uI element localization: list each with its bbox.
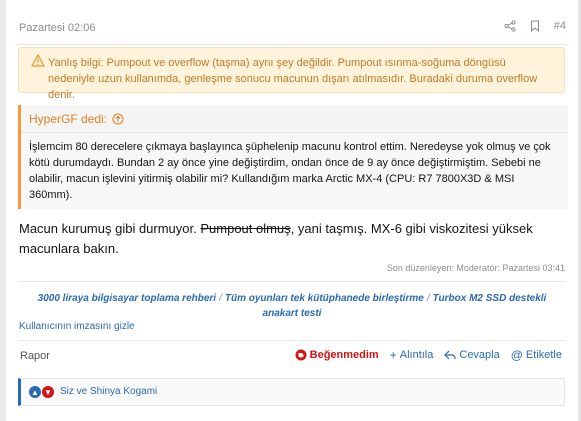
post-date[interactable]: Pazartesi 02:06	[19, 22, 95, 34]
reaction-icons: ▲ ▼	[29, 386, 54, 398]
quote-button[interactable]: + Alıntıla	[390, 349, 434, 361]
quote-author-label: HyperGF dedi:	[29, 112, 108, 126]
message-part-1: Macun kurumuş gibi durmuyor.	[19, 221, 201, 236]
dislike-label: Beğenmedim	[309, 349, 379, 361]
post-tools: #4	[504, 20, 566, 32]
warning-text: Yanlış bilgi: Pumpout ve overflow (taşma…	[48, 57, 538, 101]
header-divider	[15, 44, 569, 45]
reply-label: Cevapla	[459, 349, 500, 361]
reactions-bar: ▲ ▼ Siz ve Shinya Kogami	[18, 378, 565, 406]
tag-label: Etiketle	[525, 349, 562, 361]
post-header: Pazartesi 02:06 #4	[19, 20, 566, 40]
signature-link-game-library[interactable]: Tüm oyunları tek kütüphanede birleştirme	[225, 293, 424, 304]
signature: 3000 liraya bilgisayar toplama rehberi / T…	[26, 291, 558, 321]
signature-link-pc-guide[interactable]: 3000 liraya bilgisayar toplama rehberi	[38, 293, 216, 304]
quote-block: HyperGF dedi: İşlemcim 80 derecelere çık…	[18, 105, 568, 209]
post-number[interactable]: #4	[554, 20, 566, 32]
tag-button[interactable]: @ Etiketle	[511, 349, 562, 361]
arrow-up-circle-icon	[112, 113, 124, 125]
message-struck-text: Pumpout olmuş	[200, 221, 291, 236]
reply-button[interactable]: Cevapla	[444, 349, 500, 361]
signature-divider	[18, 281, 566, 282]
quote-body: İşlemcim 80 derecelere çıkmaya başlayınc…	[29, 141, 551, 201]
warning-triangle-icon	[31, 54, 45, 72]
post-message: Macun kurumuş gibi durmuyor. Pumpout olm…	[19, 219, 559, 259]
share-icon[interactable]	[504, 20, 516, 32]
dislike-icon	[295, 349, 307, 361]
at-sign-icon: @	[510, 348, 523, 362]
like-reaction-icon: ▲	[29, 386, 41, 398]
quote-author-link[interactable]: HyperGF dedi:	[29, 112, 124, 126]
moderator-warning-box: Yanlış bilgi: Pumpout ve overflow (taşma…	[18, 47, 565, 101]
quote-label: Alıntıla	[399, 349, 434, 361]
report-button[interactable]: Rapor	[20, 350, 50, 362]
quote-header: HyperGF dedi:	[21, 105, 568, 133]
dislike-reaction-icon: ▼	[42, 386, 54, 398]
actions-divider	[18, 340, 566, 341]
bookmark-icon[interactable]	[530, 20, 540, 32]
post-actions: Beğenmedim + Alıntıla Cevapla @ Etiketle	[295, 349, 562, 361]
signature-separator: /	[426, 293, 430, 304]
post-card: Pazartesi 02:06 #4 Yanlış bilgi: Pumpout…	[6, 0, 578, 421]
reactions-users-link[interactable]: Siz ve Shinya Kogami	[60, 386, 157, 397]
dislike-button[interactable]: Beğenmedim	[295, 349, 379, 361]
plus-icon: +	[389, 348, 397, 362]
signature-separator: /	[219, 293, 222, 304]
last-edited-note: Son düzenleyen: Moderatör: Pazartesi 03:…	[386, 263, 565, 273]
reply-icon	[444, 350, 456, 359]
hide-signature-link[interactable]: Kullanıcının imzasını gizle	[19, 321, 135, 332]
